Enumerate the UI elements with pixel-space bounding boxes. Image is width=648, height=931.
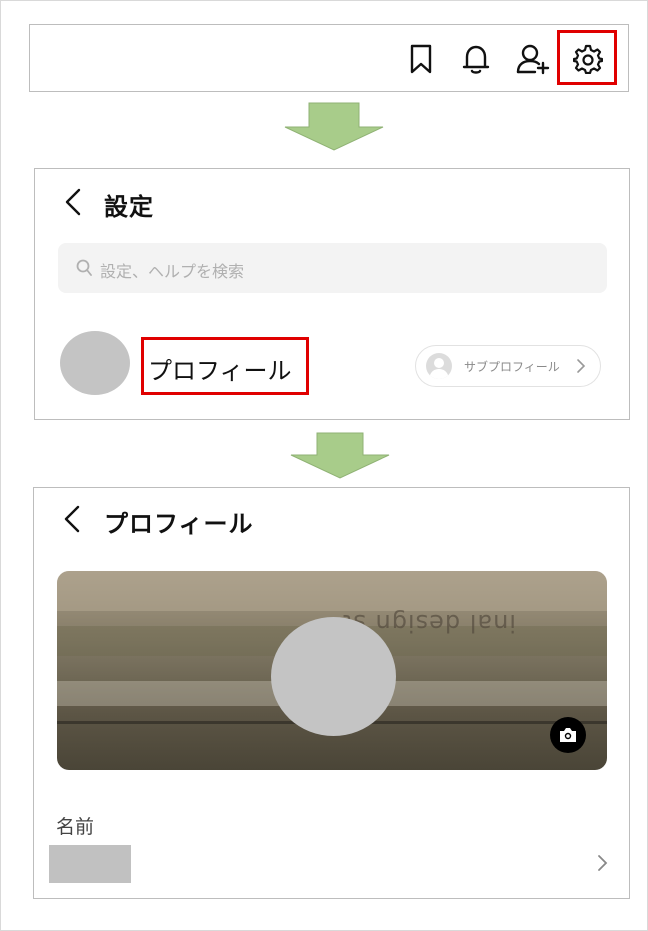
sub-profile-avatar-icon (426, 353, 452, 379)
camera-icon (559, 727, 577, 747)
search-placeholder: 設定、ヘルプを検索 (100, 262, 245, 281)
profile-avatar[interactable] (271, 617, 396, 736)
camera-button[interactable] (550, 717, 586, 753)
profile-highlight-box (141, 337, 309, 395)
back-chevron-icon[interactable] (63, 187, 83, 221)
sub-profile-label: サブプロフィール (464, 360, 560, 374)
bell-icon[interactable] (458, 41, 494, 77)
gear-highlight-box (557, 30, 617, 85)
down-arrow-2 (290, 432, 390, 479)
chevron-right-icon[interactable] (596, 854, 608, 876)
bookmark-icon[interactable] (403, 41, 439, 77)
down-arrow-1 (284, 102, 384, 151)
name-value-redacted[interactable] (49, 845, 131, 883)
profile-panel: プロフィール inal design st 名前 (33, 487, 630, 899)
back-chevron-icon[interactable] (62, 504, 82, 538)
page-title: 設定 (104, 193, 154, 221)
cover-image[interactable]: inal design st (57, 571, 607, 770)
chevron-right-icon (576, 358, 586, 378)
avatar[interactable] (60, 331, 130, 395)
name-field-label: 名前 (56, 816, 95, 838)
page-title: プロフィール (104, 510, 254, 538)
search-icon (76, 259, 92, 281)
sub-profile-button[interactable]: サブプロフィール (415, 345, 601, 387)
settings-panel: 設定 設定、ヘルプを検索 プロフィール サブプロフィール (34, 168, 630, 420)
add-friend-icon[interactable] (513, 41, 553, 77)
top-bar-panel (29, 24, 629, 92)
search-input[interactable]: 設定、ヘルプを検索 (58, 243, 607, 293)
